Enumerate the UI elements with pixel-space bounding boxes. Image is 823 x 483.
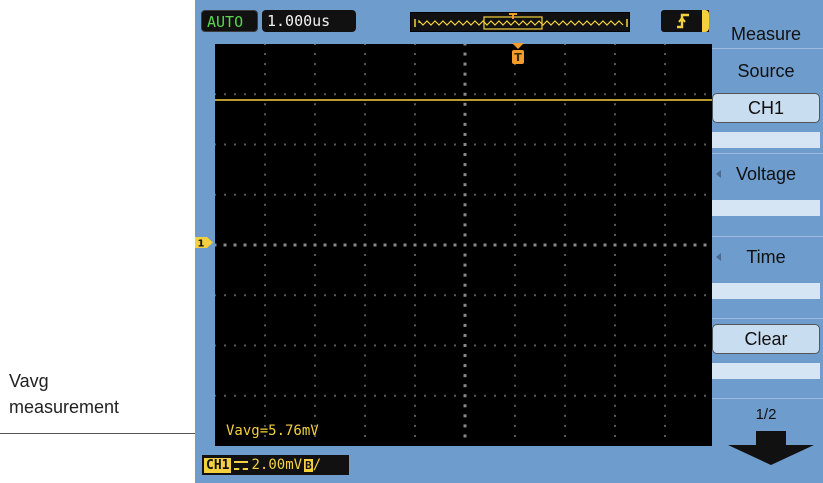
voltage-button[interactable]: Voltage [712,160,820,188]
divider [712,200,820,216]
submenu-arrow-icon [716,253,721,261]
channel1-reference-marker[interactable]: 1 [195,236,214,250]
oscilloscope-screen: AUTO 1.000us T 1 Vavg=5.76mV CH1 2.00mV … [195,0,823,483]
divider [712,318,823,319]
dc-coupling-icon [234,460,249,470]
bandwidth-limit-badge: B [304,458,313,472]
callout-label-line2: measurement [9,397,120,417]
trailing-glyph: / [312,457,322,473]
time-button[interactable]: Time [712,243,820,271]
divider [712,236,823,237]
svg-text:1: 1 [198,239,205,250]
voltage-label: Voltage [735,164,797,184]
vavg-measurement-readout: Vavg=5.76mV [226,423,319,439]
divider [712,153,823,154]
divider [712,48,823,49]
memory-position-indicator [410,12,630,32]
trigger-position-marker[interactable]: T [511,42,525,66]
source-label: Source [737,61,795,81]
divider [712,132,820,148]
time-label: Time [746,247,786,267]
channel-status-bar[interactable]: CH1 2.00mV B / [202,455,349,475]
graticule [215,44,715,438]
down-arrow-icon[interactable] [726,431,816,467]
divider [712,398,823,399]
svg-text:T: T [514,51,522,64]
waveform-display[interactable] [215,44,715,446]
source-value-button[interactable]: CH1 [712,93,820,123]
callout-label-line1: Vavg [9,371,49,391]
rising-edge-icon[interactable] [661,10,709,32]
volts-per-division: 2.00mV [251,457,303,473]
acquisition-mode-badge[interactable]: AUTO [201,10,258,32]
menu-title: Measure [730,24,802,44]
channel-label: CH1 [204,457,232,473]
callout-leader-line [0,433,218,434]
measure-softkey-menu: Measure Source CH1 Voltage Time Clear 1/… [712,18,823,483]
timebase-readout[interactable]: 1.000us [262,10,356,32]
page-indicator: 1/2 [755,406,777,423]
clear-button[interactable]: Clear [712,324,820,354]
divider [712,283,820,299]
submenu-arrow-icon [716,170,721,178]
divider [712,363,820,379]
